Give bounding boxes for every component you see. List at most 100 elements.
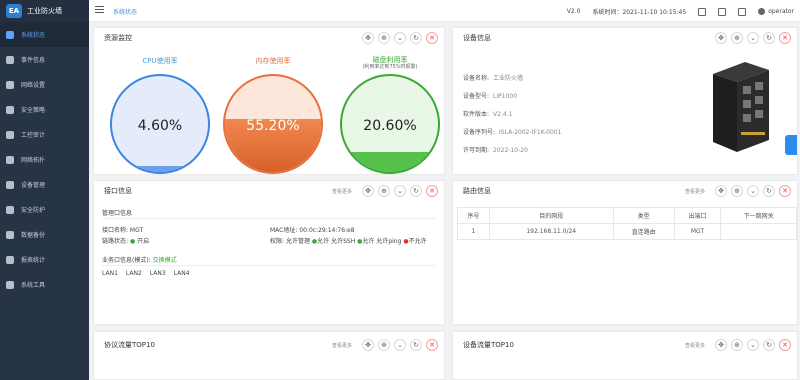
sidebar-item-5[interactable]: 网络拓扑 xyxy=(0,147,89,172)
disk-value: 20.60% xyxy=(363,118,417,134)
lan-port[interactable]: LAN4 xyxy=(174,270,190,277)
view-more-link[interactable]: 查看更多 xyxy=(332,342,352,349)
interface-title: 接口信息 xyxy=(104,187,132,195)
table-header: 类型 xyxy=(612,207,675,224)
sidebar-item-label: 报表统计 xyxy=(21,257,46,264)
mac-address: MAC地址: 00:0c:29:14:76:e8 xyxy=(270,227,355,234)
report-icon xyxy=(6,255,14,264)
backup-icon xyxy=(6,230,14,239)
route-panel: 路由信息 查看更多 ✥ ⊕ ⌄ ↻ ✕ 序号 目的网段 类型 出端口 下一跳网关 1 192.168… xyxy=(452,180,798,325)
move-icon[interactable]: ✥ xyxy=(362,185,374,197)
help-icon[interactable] xyxy=(698,7,707,16)
side-drawer-tab[interactable] xyxy=(785,135,797,155)
zoom-icon[interactable]: ⊕ xyxy=(378,32,390,44)
lan-port[interactable]: LAN3 xyxy=(150,270,166,277)
lan-port[interactable]: LAN2 xyxy=(126,270,142,277)
iface-name: 接口名称: MGT xyxy=(102,227,144,234)
table-header: 序号 xyxy=(457,207,490,224)
view-more-link[interactable]: 查看更多 xyxy=(685,188,705,195)
sidebar-item-9[interactable]: 报表统计 xyxy=(0,247,89,272)
lan-list: LAN1 LAN2 LAN3 LAN4 xyxy=(102,270,198,277)
move-icon[interactable]: ✥ xyxy=(715,339,727,351)
sidebar-item-label: 系统工具 xyxy=(21,282,46,289)
sidebar-item-3[interactable]: 安全策略 xyxy=(0,97,89,122)
table-cell: MGT xyxy=(673,223,722,240)
refresh-icon[interactable]: ↻ xyxy=(410,32,422,44)
close-icon[interactable]: ✕ xyxy=(426,339,438,351)
route-title: 路由信息 xyxy=(463,187,491,195)
sidebar-item-1[interactable]: 事件信息 xyxy=(0,47,89,72)
close-icon[interactable]: ✕ xyxy=(779,339,791,351)
sidebar-item-label: 网络设置 xyxy=(21,82,46,89)
sidebar-item-8[interactable]: 数据备份 xyxy=(0,222,89,247)
zoom-icon[interactable]: ⊕ xyxy=(731,32,743,44)
table-row: 1 192.168.11.0/24 直连路由 MGT xyxy=(457,223,797,240)
move-icon[interactable]: ✥ xyxy=(362,339,374,351)
disk-gauge: 20.60% xyxy=(340,74,440,174)
refresh-icon[interactable]: ↻ xyxy=(763,185,775,197)
view-more-link[interactable]: 查看更多 xyxy=(685,342,705,349)
refresh-icon[interactable]: ↻ xyxy=(763,339,775,351)
close-icon[interactable]: ✕ xyxy=(426,185,438,197)
dashboard-icon xyxy=(6,30,14,39)
zoom-icon[interactable]: ⊕ xyxy=(731,339,743,351)
tools-icon xyxy=(6,280,14,289)
refresh-icon[interactable]: ↻ xyxy=(410,339,422,351)
move-icon[interactable]: ✥ xyxy=(362,32,374,44)
collapse-icon[interactable]: ⌄ xyxy=(747,32,759,44)
collapse-icon[interactable]: ⌄ xyxy=(394,339,406,351)
close-icon[interactable]: ✕ xyxy=(779,185,791,197)
breadcrumb[interactable]: 系统状态 xyxy=(113,7,137,16)
protocol-traffic-panel: 协议流量TOP10 查看更多 ✥ ⊕ ⌄ ↻ ✕ xyxy=(93,331,445,380)
sidebar-item-10[interactable]: 系统工具 xyxy=(0,272,89,297)
table-cell: 直连路由 xyxy=(612,223,675,240)
zoom-icon[interactable]: ⊕ xyxy=(378,339,390,351)
sidebar-item-label: 工控审计 xyxy=(21,132,46,139)
zoom-icon[interactable]: ⊕ xyxy=(731,185,743,197)
close-icon[interactable]: ✕ xyxy=(779,32,791,44)
device-panel: 设备信息 ✥ ⊕ ⌄ ↻ ✕ 设备名称: 工业防火墙 设备型号: LIP1000 软件版本:… xyxy=(452,27,798,175)
software-version-row: 软件版本: V2.4.1 xyxy=(463,111,513,118)
cpu-value: 4.60% xyxy=(137,118,183,134)
fullscreen-icon[interactable] xyxy=(718,7,727,16)
user-menu[interactable]: operator xyxy=(758,8,794,15)
move-icon[interactable]: ✥ xyxy=(715,32,727,44)
collapse-icon[interactable]: ⌄ xyxy=(394,185,406,197)
system-time: 系统时间：2021-11-10 10:15:45 xyxy=(592,9,687,16)
device-traffic-title: 设备流量TOP10 xyxy=(463,341,514,349)
collapse-icon[interactable]: ⌄ xyxy=(394,32,406,44)
disk-sublabel: (利用率达到75%时报警) xyxy=(362,64,418,70)
shield-icon xyxy=(6,205,14,214)
sidebar-item-label: 设备管理 xyxy=(21,182,46,189)
route-table: 序号 目的网段 类型 出端口 下一跳网关 1 192.168.11.0/24 直连路由 MGT xyxy=(457,207,797,240)
collapse-icon[interactable]: ⌄ xyxy=(747,339,759,351)
topbar: 系统状态 V2.0 系统时间：2021-11-10 10:15:45 opera… xyxy=(89,0,800,22)
sidebar-item-2[interactable]: 网络设置 xyxy=(0,72,89,97)
sidebar-item-label: 安全防护 xyxy=(21,207,46,214)
sidebar-item-label: 系统状态 xyxy=(21,32,46,39)
refresh-icon[interactable]: ↻ xyxy=(410,185,422,197)
cpu-gauge: 4.60% xyxy=(110,74,210,174)
font-size-icon[interactable] xyxy=(738,7,747,16)
logo: EA 工业防火墙 xyxy=(0,0,89,22)
collapse-icon[interactable]: ⌄ xyxy=(747,185,759,197)
close-icon[interactable]: ✕ xyxy=(426,32,438,44)
refresh-icon[interactable]: ↻ xyxy=(763,32,775,44)
move-icon[interactable]: ✥ xyxy=(715,185,727,197)
link-status: 链路状态: ● 开启 xyxy=(102,238,150,245)
user-icon xyxy=(758,8,766,15)
lan-port[interactable]: LAN1 xyxy=(102,270,118,277)
sidebar-item-0[interactable]: 系统状态 xyxy=(0,22,89,47)
sidebar-item-7[interactable]: 安全防护 xyxy=(0,197,89,222)
zoom-icon[interactable]: ⊕ xyxy=(378,185,390,197)
sidebar-item-6[interactable]: 设备管理 xyxy=(0,172,89,197)
sidebar-item-4[interactable]: 工控审计 xyxy=(0,122,89,147)
logo-badge: EA xyxy=(6,4,22,18)
mem-label: 内存使用率 xyxy=(255,57,291,65)
policy-icon xyxy=(6,105,14,114)
table-cell xyxy=(720,223,797,240)
serial-row: 设备序列号: ISLA-2002-IF1K-0001 xyxy=(463,129,562,136)
view-more-link[interactable]: 查看更多 xyxy=(332,188,352,195)
menu-toggle-icon[interactable] xyxy=(95,6,104,15)
device-traffic-panel: 设备流量TOP10 查看更多 ✥ ⊕ ⌄ ↻ ✕ xyxy=(452,331,798,380)
